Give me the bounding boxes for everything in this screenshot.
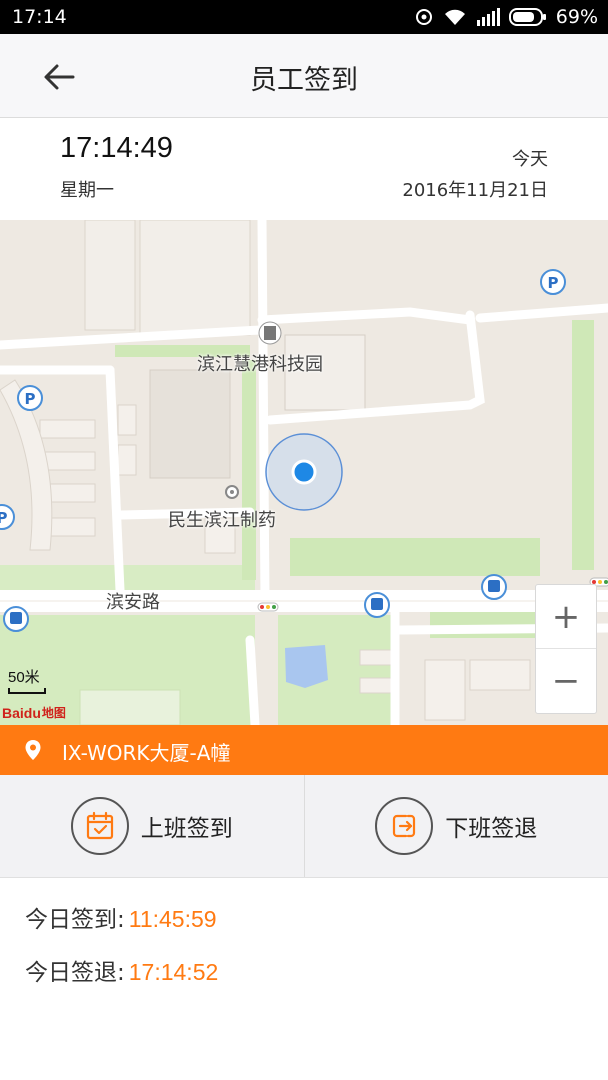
check-out-record-time: 17:14:52 [128,959,219,985]
status-time: 17:14 [12,6,67,28]
location-ring-icon [415,9,432,25]
weekday: 星期一 [60,180,114,201]
map-label-park: 滨江慧港科技园 [197,354,323,375]
current-date: 2016年11月21日 [402,180,548,201]
zoom-in-button[interactable]: + [536,585,596,649]
location-name: IX-WORK大厦-A幢 [62,741,231,765]
battery-percent: 69% [555,6,598,28]
check-in-record: 今日签到: 11:45:59 [25,900,217,934]
check-out-record-label: 今日签退: [25,960,125,986]
check-out-button[interactable]: 下班签退 [303,775,608,877]
check-out-record: 今日签退: 17:14:52 [25,953,218,987]
zoom-out-button[interactable]: − [536,649,596,713]
location-bar: IX-WORK大厦-A幢 [0,725,608,775]
check-out-label: 下班签退 [445,816,538,842]
app-header: 员工签到 [0,34,608,118]
scale-bar [8,688,46,694]
logo-map-text: 地图 [41,706,66,720]
svg-text:P: P [548,274,559,292]
battery-icon [508,8,546,26]
today-label: 今天 [512,149,548,170]
zoom-control: + − [535,584,597,714]
calendar-check-icon [86,811,113,840]
check-in-record-label: 今日签到: [25,907,125,933]
wifi-icon [444,9,465,25]
map-canvas: P P P [0,220,608,725]
scale-text: 50米 [8,669,40,686]
map-scale: 50米 [8,666,46,694]
map-view[interactable]: P P P 滨江慧港科技园 民生滨江制药 滨安路 + − 50米 Baidu 地… [0,220,608,725]
check-in-icon-circle [70,797,129,855]
clock-panel: 17:14:49 星期一 今天 2016年11月21日 [0,118,608,220]
logo-text: Baidu [2,704,41,721]
check-in-button[interactable]: 上班签到 [0,775,304,877]
status-bar: 17:14 69% [0,0,608,34]
map-label-pharma: 民生滨江制药 [168,510,276,531]
current-time: 17:14:49 [60,132,173,164]
check-in-label: 上班签到 [140,816,233,842]
action-bar: 上班签到 下班签退 [0,775,608,878]
status-icons: 69% [414,5,598,29]
exit-icon [393,814,416,838]
signal-icon [476,8,500,26]
check-in-record-time: 11:45:59 [128,906,217,932]
baidu-map-logo: Baidu 地图 [2,704,66,721]
svg-text:P: P [0,509,8,527]
map-label-road: 滨安路 [106,592,160,613]
location-pin-icon [25,740,41,760]
svg-text:P: P [25,390,36,408]
attendance-records: 今日签到: 11:45:59 今日签退: 17:14:52 [0,878,608,1080]
check-out-icon-circle [375,797,434,855]
page-title: 员工签到 [250,65,358,96]
